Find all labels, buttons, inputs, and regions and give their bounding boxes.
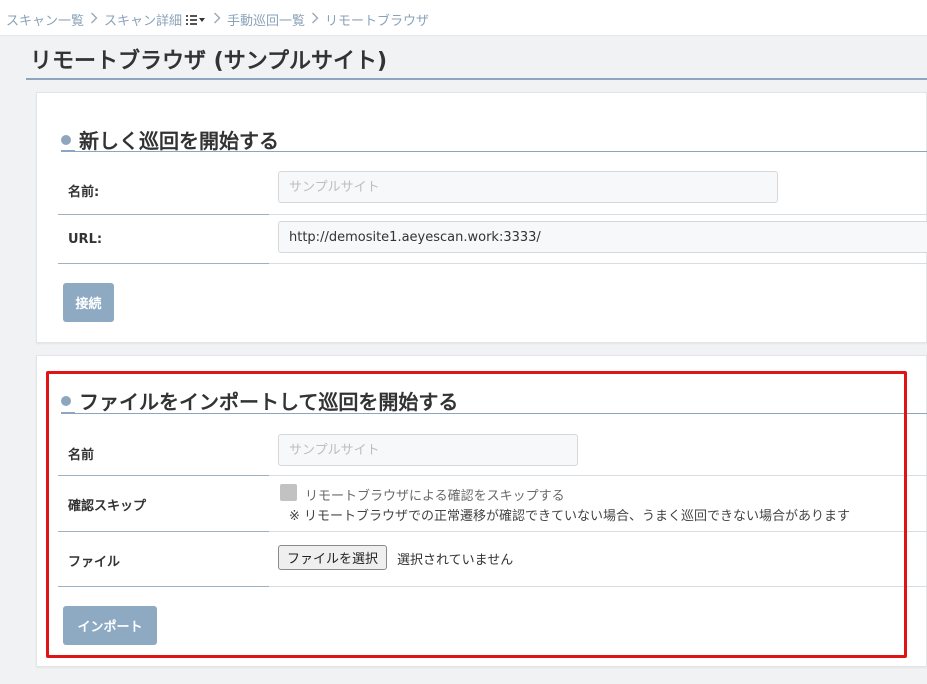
breadcrumb: スキャン一覧 スキャン詳細 手動巡回一覧 リモートブラウザ <box>6 10 429 29</box>
row-divider <box>58 263 269 264</box>
connect-button[interactable]: 接続 <box>63 283 114 322</box>
chevron-right-icon <box>90 12 98 28</box>
skip-note: ※ リモートブラウザでの正常遷移が確認できていない場合、うまく巡回できない場合が… <box>289 509 851 524</box>
chevron-right-icon <box>213 12 221 28</box>
skip-checkbox[interactable] <box>280 484 297 501</box>
connect-section-heading: 新しく巡回を開始する <box>61 125 279 154</box>
row-divider <box>269 214 927 215</box>
breadcrumb-scan-detail[interactable]: スキャン詳細 <box>104 10 182 29</box>
section-divider <box>75 151 927 152</box>
name-input[interactable] <box>278 171 778 203</box>
import-section-title: ファイルをインポートして巡回を開始する <box>79 390 459 414</box>
section-divider <box>75 413 927 414</box>
row-divider <box>58 531 269 532</box>
url-input[interactable] <box>278 221 927 253</box>
choose-file-button[interactable]: ファイルを選択 <box>278 545 388 570</box>
breadcrumb-manual-crawl-list[interactable]: 手動巡回一覧 <box>227 10 305 29</box>
title-divider <box>26 78 927 80</box>
row-divider <box>269 531 927 532</box>
connect-section-title: 新しく巡回を開始する <box>79 129 279 153</box>
row-divider <box>269 263 927 264</box>
import-section-heading: ファイルをインポートして巡回を開始する <box>61 386 458 415</box>
section-divider-accent <box>61 150 75 152</box>
file-label: ファイル <box>68 555 121 570</box>
page-title: リモートブラウザ (サンプルサイト) <box>30 49 388 74</box>
section-divider-accent <box>61 412 75 414</box>
url-label: URL: <box>68 232 103 247</box>
row-divider <box>58 475 269 476</box>
import-card: ファイルをインポートして巡回を開始する 名前 確認スキップ リモートブラウザによ… <box>36 355 927 667</box>
import-name-input[interactable] <box>278 434 578 466</box>
row-divider <box>58 586 269 587</box>
chevron-right-icon <box>311 12 319 28</box>
dot-icon <box>61 395 71 406</box>
import-name-label: 名前 <box>68 448 95 463</box>
name-label: 名前: <box>68 185 100 200</box>
skip-label: 確認スキップ <box>68 499 147 514</box>
dot-icon <box>61 134 71 145</box>
breadcrumb-remote-browser[interactable]: リモートブラウザ <box>325 10 429 29</box>
file-status: 選択されていません <box>397 553 514 568</box>
breadcrumb-scan-list[interactable]: スキャン一覧 <box>6 10 84 29</box>
import-button[interactable]: インポート <box>63 606 157 645</box>
row-divider <box>269 475 927 476</box>
row-divider <box>269 586 927 587</box>
row-divider <box>58 214 269 215</box>
list-menu-icon[interactable] <box>185 14 207 26</box>
skip-checkbox-label[interactable]: リモートブラウザによる確認をスキップする <box>305 485 565 504</box>
top-bar: スキャン一覧 スキャン詳細 手動巡回一覧 リモートブラウザ <box>0 0 927 36</box>
connect-card: 新しく巡回を開始する 名前: URL: 接続 <box>36 92 927 343</box>
